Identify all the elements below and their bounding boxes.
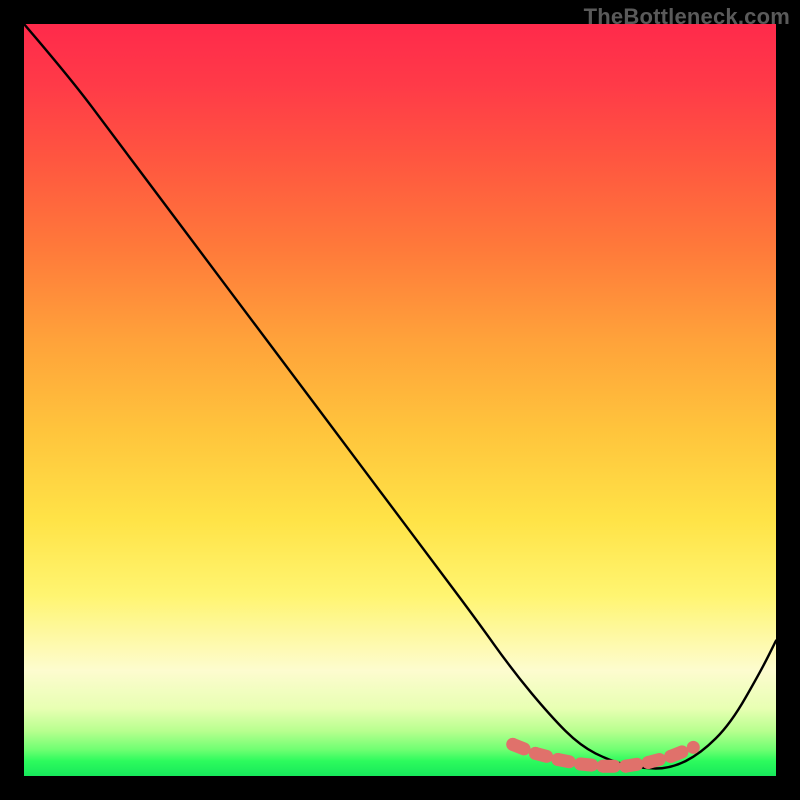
- plot-area: [22, 22, 778, 778]
- highlight-connector: [671, 752, 682, 757]
- watermark-text: TheBottleneck.com: [584, 4, 790, 30]
- highlight-connector: [626, 764, 637, 766]
- highlight-dot: [687, 741, 700, 754]
- highlight-connector: [535, 753, 546, 756]
- highlight-connector: [513, 744, 524, 749]
- highlight-connector: [558, 760, 569, 762]
- curve-layer: [24, 24, 776, 776]
- bottleneck-curve: [24, 24, 776, 769]
- highlight-connector: [648, 760, 659, 763]
- chart-container: TheBottleneck.com: [0, 0, 800, 800]
- plot-inner: [24, 24, 776, 776]
- highlight-connector: [581, 764, 592, 765]
